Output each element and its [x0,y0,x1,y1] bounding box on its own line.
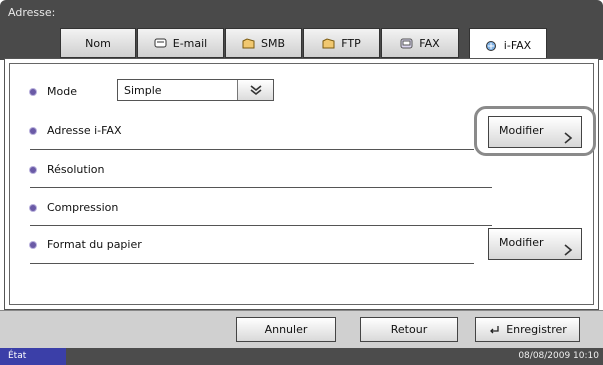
adresse-ifax-modifier-button[interactable]: Modifier [488,116,582,148]
status-bar: État 08/08/2009 10:10 [0,348,603,365]
compression-row: Compression [30,201,118,214]
divider [30,187,492,188]
mode-select[interactable]: Simple [117,79,274,101]
action-bar: Annuler Retour Enregistrer [0,310,603,348]
back-label: Retour [390,323,428,336]
mode-label: Mode [47,85,77,98]
adresse-ifax-row: Adresse i-FAX [30,124,122,137]
save-label: Enregistrer [506,323,567,336]
mode-select-value: Simple [124,83,162,97]
format-papier-label: Format du papier [47,238,142,251]
tab-ftp[interactable]: FTP [303,28,380,58]
tab-label: E-mail [172,36,208,50]
bullet-icon [30,204,36,211]
tab-label: Nom [85,36,111,50]
folder-icon [242,37,255,49]
folder-icon [322,37,335,49]
tab-email[interactable]: E-mail [137,28,224,58]
cancel-button[interactable]: Annuler [236,317,336,342]
status-datetime: 08/08/2009 10:10 [518,351,599,361]
header-bar: Adresse: Nom E-mail SMB FTP FAX i-FAX [0,0,603,61]
resolution-row: Résolution [30,163,104,176]
format-papier-row: Format du papier [30,238,142,251]
compression-label: Compression [47,201,119,214]
settings-panel-inner [9,63,594,305]
mode-row: Mode [30,85,77,98]
tab-label: FAX [419,36,440,50]
divider [30,225,492,226]
ifax-icon [485,40,498,51]
bullet-icon [30,127,36,134]
modifier-label: Modifier [499,236,544,249]
divider [30,263,474,264]
page-title: Adresse: [8,6,56,19]
screen: Adresse: Nom E-mail SMB FTP FAX i-FAX Mo… [0,0,603,365]
email-icon [154,38,167,49]
enter-icon [488,325,500,335]
resolution-label: Résolution [47,163,105,176]
chevron-right-icon [563,244,573,256]
cancel-label: Annuler [264,323,308,336]
chevron-down-icon[interactable] [237,80,273,100]
chevron-right-icon [563,132,573,144]
bullet-icon [30,241,36,248]
back-button[interactable]: Retour [360,317,458,342]
tab-label: i-FAX [503,38,532,52]
tab-smb[interactable]: SMB [225,28,302,58]
settings-panel [4,58,599,310]
divider [30,149,474,150]
bullet-icon [30,166,36,173]
format-papier-modifier-button[interactable]: Modifier [488,228,582,260]
tab-label: SMB [260,36,286,50]
tab-fax[interactable]: FAX [381,28,459,58]
tab-label: FTP [341,36,361,50]
modifier-label: Modifier [499,124,544,137]
tab-ifax[interactable]: i-FAX [469,28,547,61]
status-state: État [0,348,66,365]
bullet-icon [30,88,36,95]
adresse-ifax-label: Adresse i-FAX [47,124,122,137]
tab-nom[interactable]: Nom [60,28,136,58]
save-button[interactable]: Enregistrer [475,317,580,342]
fax-icon [400,38,413,49]
